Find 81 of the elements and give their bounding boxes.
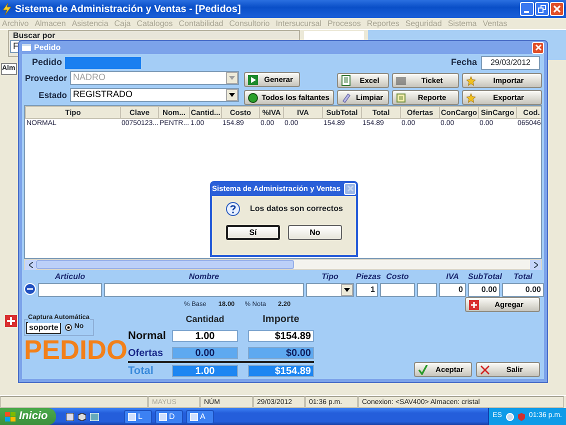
pedido-field[interactable] xyxy=(65,57,141,69)
tray-icon[interactable] xyxy=(506,412,514,420)
field-label: Fecha xyxy=(450,56,477,70)
input-field[interactable]: 1 xyxy=(356,283,378,297)
star-icon xyxy=(466,92,476,102)
column-label: IVA xyxy=(445,271,460,283)
value-field: $154.89 xyxy=(248,330,314,342)
taskbar-button[interactable]: L xyxy=(124,410,152,424)
app-icon xyxy=(159,412,167,420)
close-icon xyxy=(480,364,490,374)
radio-icon[interactable] xyxy=(65,324,72,331)
window-icon[interactable] xyxy=(90,412,99,420)
circle-icon xyxy=(248,92,258,102)
column-label: Nombre xyxy=(188,271,220,283)
close-icon xyxy=(534,44,542,51)
input-field[interactable]: 0.00 xyxy=(468,283,500,297)
window-title: Sistema de Administración y Ventas - [Pedidos] xyxy=(15,2,241,16)
bars-icon xyxy=(396,76,406,86)
play-icon xyxy=(248,74,258,84)
column-label: Importe xyxy=(262,313,300,327)
check-icon xyxy=(418,364,428,374)
field-label: Estado xyxy=(38,88,68,102)
dropdown-icon xyxy=(229,93,235,97)
input-field[interactable] xyxy=(38,283,102,297)
input-field[interactable] xyxy=(417,283,437,297)
value-field: $0.00 xyxy=(248,347,314,359)
column-label: SubTotal xyxy=(468,271,500,283)
minimize-button[interactable] xyxy=(520,2,534,16)
desktop-icon[interactable] xyxy=(66,412,74,420)
dialog-button[interactable]: Sí xyxy=(226,225,280,240)
group-title: Buscar por xyxy=(12,31,56,40)
cube-icon[interactable] xyxy=(78,412,86,420)
close-icon xyxy=(346,185,354,192)
value-field: 0.00 xyxy=(172,347,238,359)
page-label: PEDIDO xyxy=(24,336,128,364)
taskbar-button[interactable]: A xyxy=(186,410,214,424)
dialog-button[interactable]: No xyxy=(288,225,342,240)
window-icon xyxy=(22,44,31,51)
value-field: 1.00 xyxy=(172,364,238,377)
app-icon xyxy=(2,3,12,15)
document-icon xyxy=(396,92,406,102)
taskbar-button[interactable]: D xyxy=(155,410,183,424)
plus-icon xyxy=(469,300,479,310)
input-field[interactable] xyxy=(380,283,415,297)
star-icon xyxy=(466,76,476,86)
close-button[interactable] xyxy=(532,42,544,54)
plus-icon xyxy=(5,315,17,327)
column-label: Tipo xyxy=(320,271,340,283)
restore-button[interactable] xyxy=(535,2,549,16)
field-label: Proveedor xyxy=(24,72,68,84)
app-icon xyxy=(190,412,198,420)
horizontal-scrollbar[interactable] xyxy=(24,259,542,270)
close-button[interactable] xyxy=(550,2,564,16)
app-icon xyxy=(128,412,136,420)
dropdown[interactable] xyxy=(306,283,354,297)
value-field: $154.89 xyxy=(248,364,314,377)
dialog-title: Pedido xyxy=(34,42,61,54)
column-label: Costo xyxy=(385,271,410,283)
row-label: Normal xyxy=(128,329,167,344)
spreadsheet-icon xyxy=(341,75,351,86)
windows-logo-icon xyxy=(5,412,16,422)
question-icon xyxy=(226,202,240,216)
field-label: Pedido xyxy=(30,56,62,70)
eraser-icon xyxy=(341,92,351,102)
column-label: Total xyxy=(512,271,534,283)
column-label: Articulo xyxy=(54,271,86,283)
dropdown[interactable]: REGISTRADO xyxy=(70,88,239,102)
message-text: Los datos son correctos xyxy=(250,203,343,215)
dropdown-icon xyxy=(229,76,235,80)
row-label: Ofertas xyxy=(128,346,164,360)
dropdown-icon xyxy=(344,288,350,292)
column-label: Cantidad xyxy=(184,312,226,326)
input-field[interactable]: 0 xyxy=(439,283,466,297)
value-field: 1.00 xyxy=(172,330,238,342)
input-field[interactable] xyxy=(104,283,304,297)
restore-icon xyxy=(538,5,546,13)
close-icon xyxy=(553,5,561,13)
row-label: Total xyxy=(128,364,154,378)
close-button[interactable] xyxy=(344,182,356,194)
input-field[interactable]: 0.00 xyxy=(502,283,544,297)
date-field[interactable]: 29/03/2012 xyxy=(481,56,540,70)
